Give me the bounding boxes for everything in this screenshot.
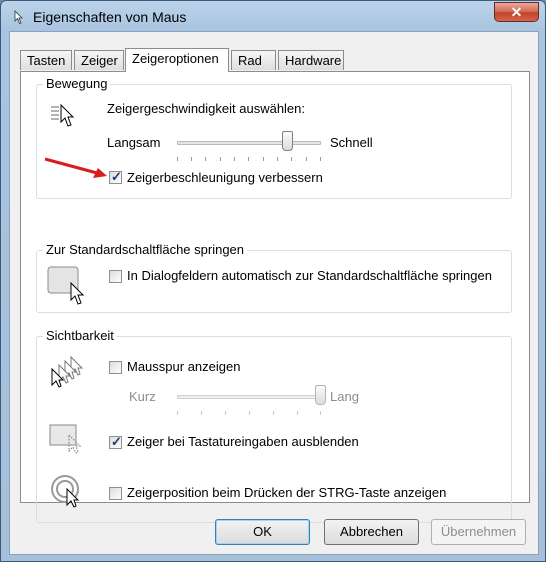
group-title-snap: Zur Standardschaltfläche springen: [43, 242, 248, 257]
group-title-bewegung: Bewegung: [43, 76, 111, 91]
title-bar[interactable]: Eigenschaften von Maus ✕: [1, 1, 545, 33]
short-label: Kurz: [129, 389, 156, 404]
trails-slider-thumb[interactable]: [315, 385, 326, 405]
speed-slider-track[interactable]: [177, 141, 321, 145]
ctrl-location-checkbox[interactable]: [109, 487, 122, 500]
tab-tasten[interactable]: Tasten: [20, 50, 72, 70]
window-title: Eigenschaften von Maus: [33, 9, 187, 25]
apply-button[interactable]: Übernehmen: [431, 519, 526, 545]
show-location-icon: [51, 475, 80, 508]
hide-while-typing-checkbox[interactable]: ✓: [109, 434, 122, 449]
snap-checkbox[interactable]: [109, 270, 122, 283]
speed-slider-thumb[interactable]: [281, 131, 293, 151]
tab-zeigeroptionen[interactable]: Zeigeroptionen: [125, 48, 229, 72]
long-label: Lang: [330, 389, 359, 404]
speed-label: Zeigergeschwindigkeit auswählen:: [107, 101, 306, 116]
fast-label: Schnell: [330, 135, 373, 150]
trails-checkbox[interactable]: [109, 361, 122, 374]
checkmark-icon: ✓: [111, 169, 122, 184]
red-arrow-annotation: [44, 157, 107, 178]
group-title-sichtbarkeit: Sichtbarkeit: [43, 328, 117, 343]
tab-panel: Bewegung Zeigergeschwindigkeit auswählen…: [20, 71, 530, 523]
pointer-speed-icon: [51, 103, 75, 127]
ctrl-location-label: Zeigerposition beim Drücken der STRG-Tas…: [127, 485, 447, 500]
cancel-button[interactable]: Abbrechen: [324, 519, 419, 545]
acceleration-checkbox[interactable]: ✓: [109, 169, 122, 184]
dialog-client: Tasten Zeiger Zeigeroptionen Rad Hardwar…: [9, 31, 539, 555]
tab-zeiger[interactable]: Zeiger: [74, 50, 124, 70]
ok-button[interactable]: OK: [215, 519, 310, 545]
mouse-icon: [14, 10, 23, 24]
group-snap-to: Zur Standardschaltfläche springen In Dia…: [36, 242, 512, 313]
close-button[interactable]: ✕: [494, 2, 539, 22]
hide-pointer-icon: [49, 424, 82, 454]
pointer-trails-icon: [51, 355, 84, 388]
checkmark-icon: ✓: [111, 434, 122, 449]
snap-label: In Dialogfeldern automatisch zur Standar…: [127, 268, 492, 283]
acceleration-label: Zeigerbeschleunigung verbessern: [127, 170, 323, 185]
tab-rad[interactable]: Rad: [231, 50, 276, 70]
group-sichtbarkeit: Sichtbarkeit Mausspur anzeigen Kurz Lang…: [36, 328, 512, 523]
slow-label: Langsam: [107, 135, 161, 150]
properties-window: Eigenschaften von Maus ✕ Tasten Zeiger Z…: [0, 0, 546, 562]
trails-label: Mausspur anzeigen: [127, 359, 241, 374]
snap-to-button-icon: [47, 266, 85, 305]
tab-hardware[interactable]: Hardware: [278, 50, 344, 70]
group-bewegung: Bewegung Zeigergeschwindigkeit auswählen…: [36, 76, 512, 199]
trails-slider-track[interactable]: [177, 395, 321, 399]
hide-while-typing-label: Zeiger bei Tastatureingaben ausblenden: [127, 434, 359, 449]
close-icon: ✕: [510, 4, 523, 20]
trails-slider-ticks: [177, 411, 321, 416]
speed-slider-ticks: [177, 157, 321, 162]
